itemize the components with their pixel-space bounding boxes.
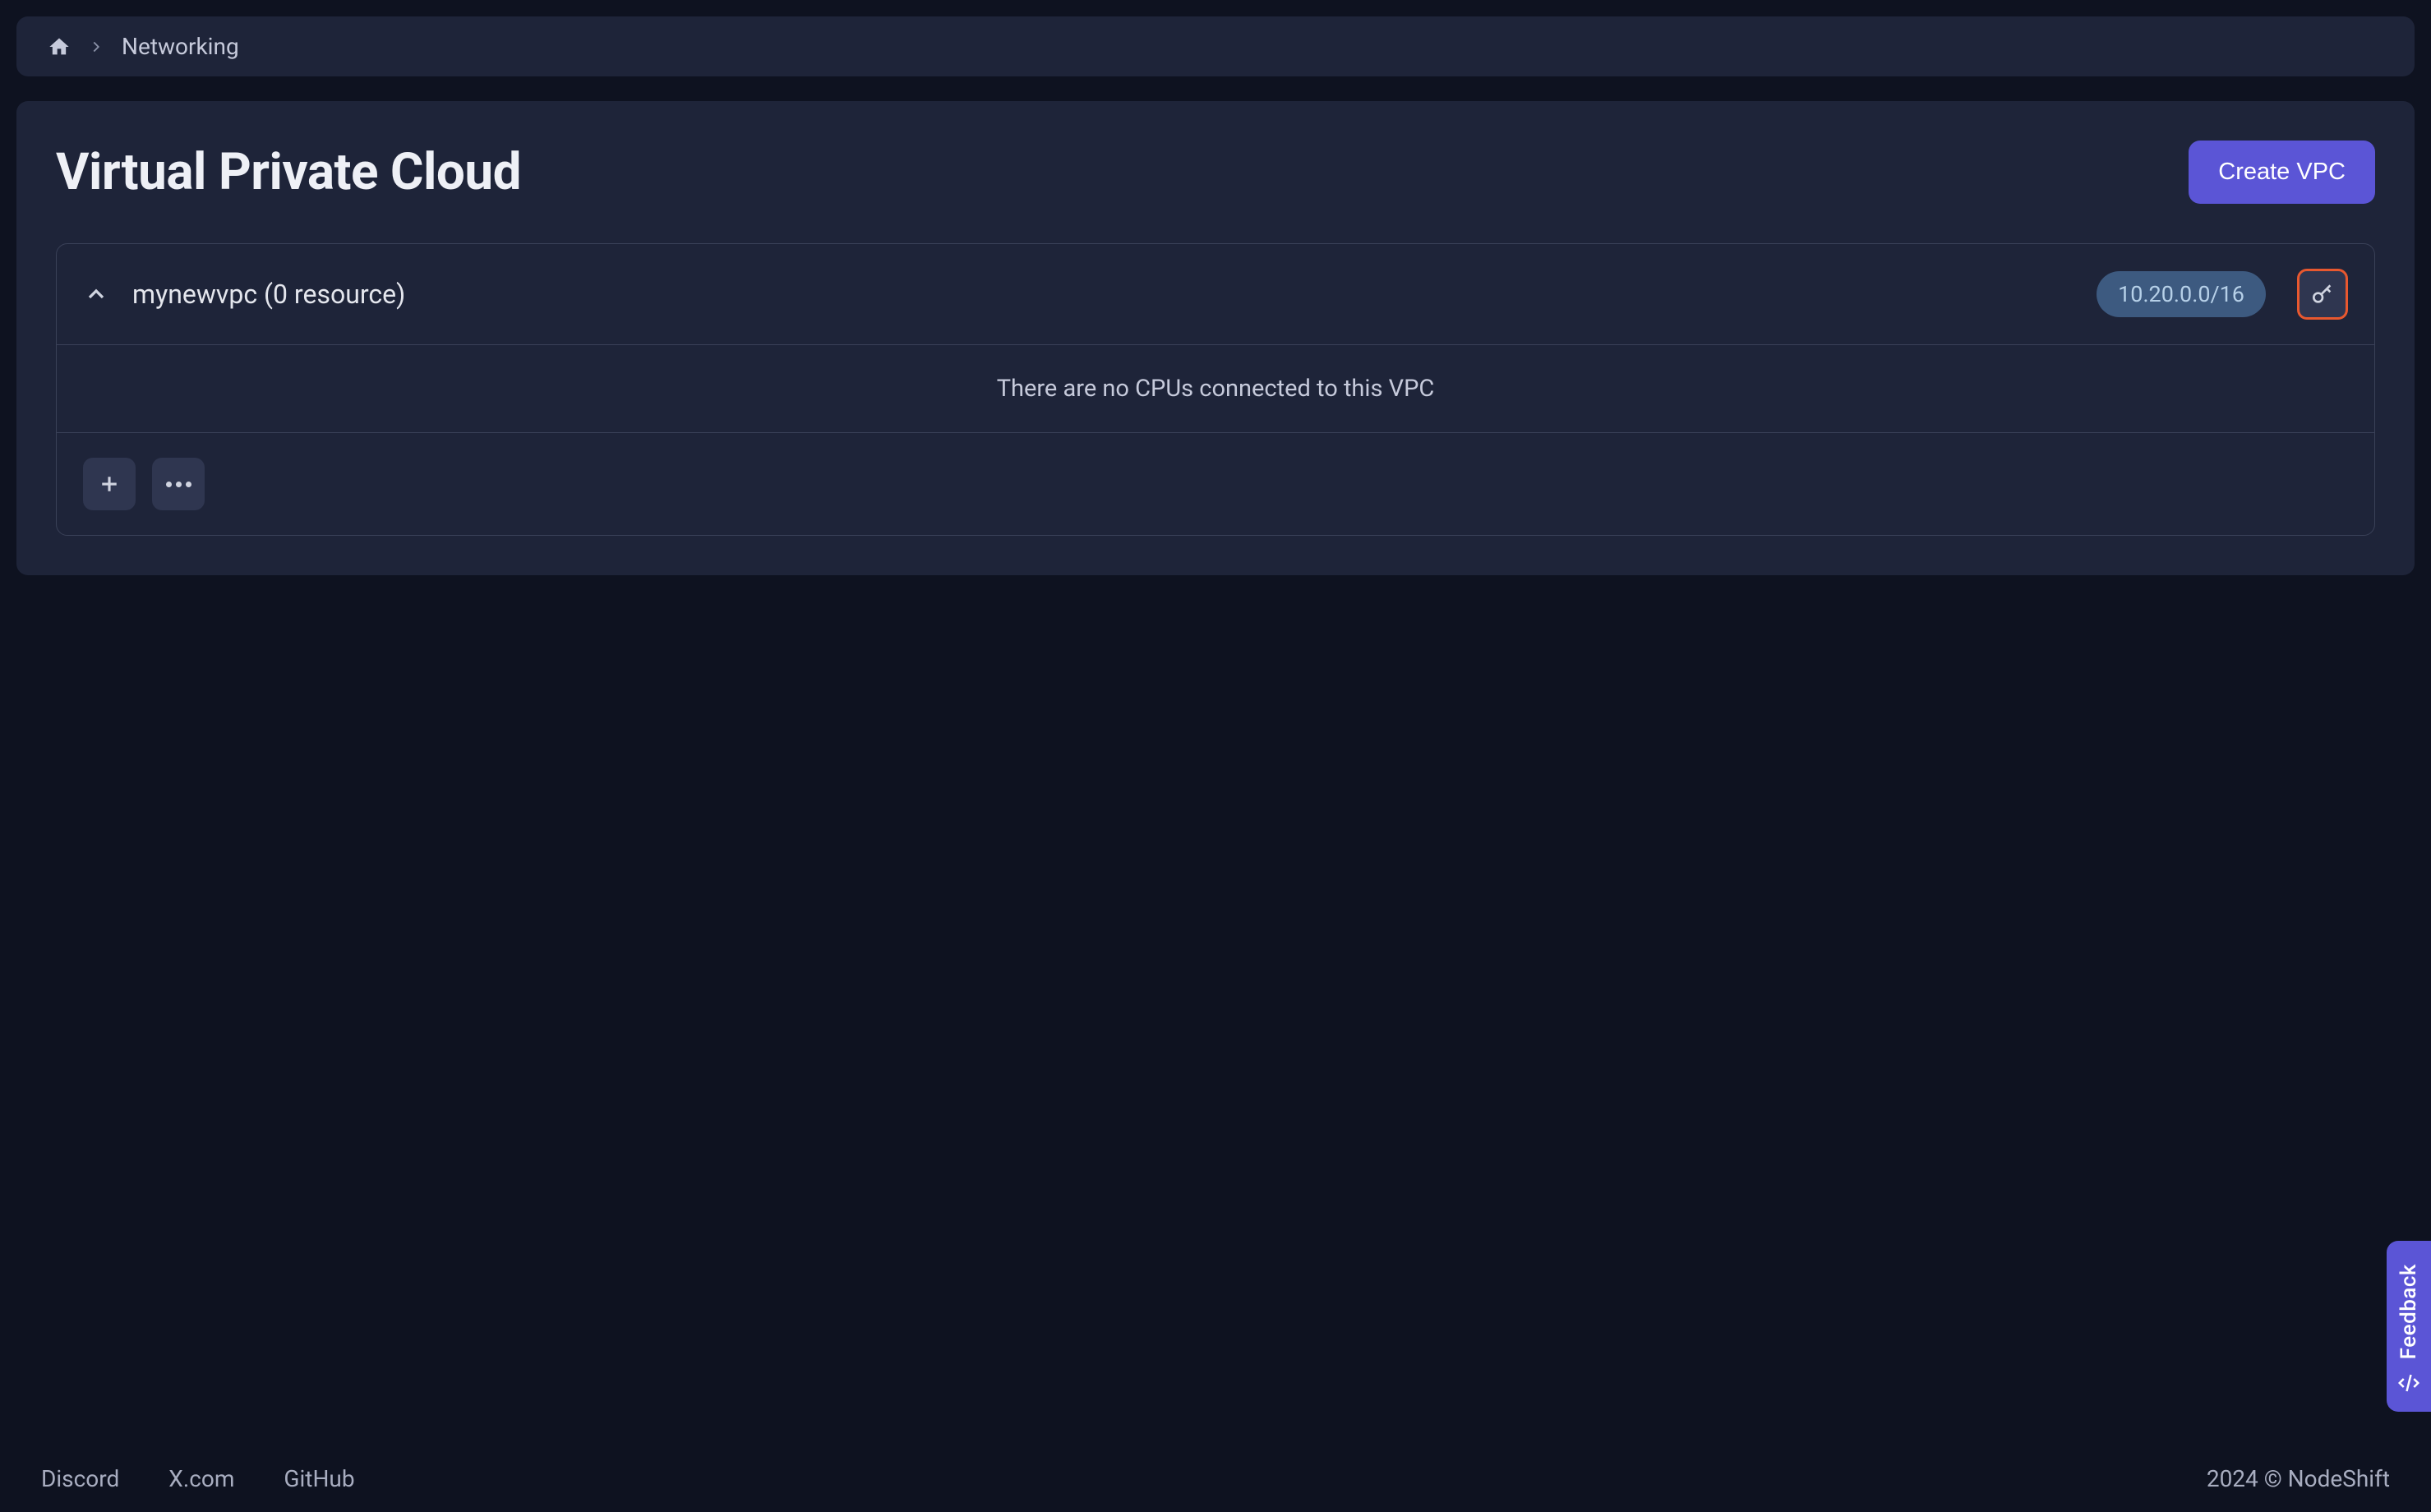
vpc-name: mynewvpc (0 resource) <box>132 279 2074 310</box>
footer-copyright: 2024 © NodeShift <box>2207 1465 2390 1492</box>
cidr-badge: 10.20.0.0/16 <box>2097 271 2266 317</box>
ellipsis-icon <box>166 482 191 487</box>
create-vpc-button[interactable]: Create VPC <box>2189 141 2375 204</box>
feedback-icon <box>2396 1371 2421 1395</box>
vpc-header: mynewvpc (0 resource) 10.20.0.0/16 <box>57 244 2374 345</box>
vpc-actions <box>57 433 2374 535</box>
vpc-empty-message: There are no CPUs connected to this VPC <box>57 345 2374 433</box>
home-icon[interactable] <box>48 35 71 58</box>
more-actions-button[interactable] <box>152 458 205 510</box>
key-icon <box>2309 281 2336 307</box>
footer: Discord X.com GitHub 2024 © NodeShift <box>0 1445 2431 1512</box>
add-resource-button[interactable] <box>83 458 136 510</box>
page-title: Virtual Private Cloud <box>56 142 521 202</box>
vpc-card: mynewvpc (0 resource) 10.20.0.0/16 There… <box>56 243 2375 536</box>
breadcrumb: Networking <box>16 16 2415 76</box>
footer-link-github[interactable]: GitHub <box>284 1465 354 1492</box>
main-panel: Virtual Private Cloud Create VPC mynewvp… <box>16 101 2415 575</box>
feedback-label: Feedback <box>2396 1264 2421 1359</box>
breadcrumb-current[interactable]: Networking <box>122 33 239 60</box>
footer-link-x[interactable]: X.com <box>168 1465 234 1492</box>
chevron-right-icon <box>87 38 105 56</box>
feedback-tab[interactable]: Feedback <box>2387 1241 2431 1412</box>
plus-icon <box>97 472 122 496</box>
vpc-key-button[interactable] <box>2297 269 2348 320</box>
chevron-up-icon[interactable] <box>83 281 109 307</box>
footer-link-discord[interactable]: Discord <box>41 1465 119 1492</box>
